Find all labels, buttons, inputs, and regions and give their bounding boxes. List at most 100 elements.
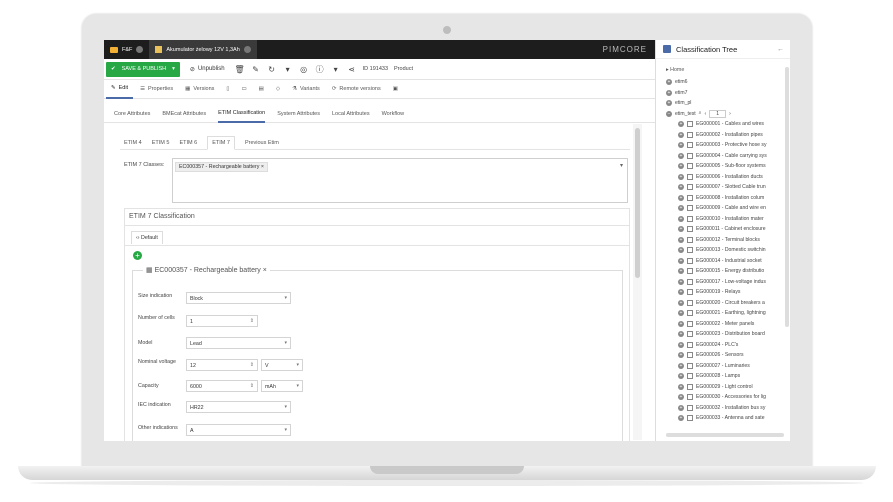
delete-icon[interactable]: 🗑 — [235, 64, 245, 74]
tree-node[interactable]: + EG000024 - PLC's — [666, 340, 786, 351]
tree-node[interactable]: + EG000020 - Circuit breakers a — [666, 298, 786, 309]
expand-icon[interactable]: + — [678, 278, 684, 285]
chevron-down-icon[interactable]: ▾ — [620, 162, 623, 169]
expand-icon[interactable]: + — [678, 352, 684, 359]
expand-icon[interactable]: + — [678, 121, 684, 128]
expand-icon[interactable]: + — [666, 79, 672, 86]
tab-edit[interactable]: ✎ Edit — [106, 80, 134, 99]
tree-node[interactable]: + EG000015 - Energy distributio — [666, 266, 786, 277]
expand-icon[interactable]: + — [678, 362, 684, 369]
tree-node[interactable]: + EG000004 - Cable carrying sys — [666, 151, 786, 162]
chevron-down-icon[interactable]: ▾ — [331, 64, 341, 74]
tab-notes[interactable]: ▤ — [254, 80, 269, 99]
close-icon[interactable] — [243, 46, 251, 53]
expand-icon[interactable]: + — [678, 373, 684, 380]
expand-icon[interactable]: + — [678, 205, 684, 212]
reload-icon[interactable]: ↻ — [267, 64, 277, 74]
expand-icon[interactable]: + — [678, 131, 684, 138]
tab-etim6[interactable]: ETIM 6 — [179, 136, 197, 150]
expand-icon[interactable]: + — [678, 404, 684, 411]
tab-properties[interactable]: ☰ Properties — [135, 80, 178, 99]
expand-icon[interactable]: + — [678, 394, 684, 401]
tree-node[interactable]: + EG000030 - Accessories for lig — [666, 392, 786, 403]
iec-indication-select[interactable]: HR22 ▾ — [186, 401, 291, 413]
stepper-icon[interactable]: ⇕ — [250, 362, 254, 368]
tree-scrollbar[interactable] — [785, 67, 789, 327]
number-of-cells-input[interactable]: 1 ⇕ — [186, 315, 258, 327]
tree-node[interactable]: + EG000023 - Distribution board — [666, 329, 786, 340]
expand-icon[interactable]: + — [678, 289, 684, 296]
tab-bmecat-attributes[interactable]: BMEcat Attributes — [162, 106, 206, 123]
classes-multiselect[interactable]: EC000357 - Rechargeable battery × ▾ — [172, 158, 628, 203]
edit-icon[interactable]: ✎ — [251, 64, 261, 74]
tree-node[interactable]: + EG000017 - Low-voltage indus — [666, 277, 786, 288]
tab-core-attributes[interactable]: Core Attributes — [114, 106, 150, 123]
tab-schedule[interactable]: ▯ — [221, 80, 234, 99]
tree-node[interactable]: + EG000011 - Cabinet enclosure — [666, 224, 786, 235]
tree-root[interactable]: + etim7 — [666, 88, 786, 99]
expand-icon[interactable]: + — [678, 152, 684, 159]
doc-tab-folder[interactable]: F&F — [104, 40, 149, 59]
tab-variants[interactable]: ⚗ Variants — [287, 80, 325, 99]
tab-bookmark[interactable]: ▭ — [236, 80, 251, 99]
class-chip[interactable]: EC000357 - Rechargeable battery × — [175, 162, 268, 172]
tree-node[interactable]: + EG000012 - Terminal blocks — [666, 235, 786, 246]
tree-root[interactable]: + etim_pl — [666, 98, 786, 109]
expand-icon[interactable]: + — [678, 173, 684, 180]
tree-home[interactable]: ▸ Home — [666, 67, 684, 73]
tab-default[interactable]: ‹› Default — [131, 231, 163, 244]
locate-icon[interactable]: ◎ — [299, 64, 309, 74]
collapse-icon[interactable]: − — [666, 110, 672, 117]
tree-node[interactable]: + EG000028 - Lamps — [666, 371, 786, 382]
search-icon[interactable]: ⌕ — [699, 110, 702, 117]
vertical-scrollbar[interactable] — [635, 128, 640, 278]
expand-icon[interactable]: + — [678, 310, 684, 317]
close-icon[interactable] — [136, 46, 144, 53]
stepper-icon[interactable]: ⇕ — [250, 318, 254, 324]
share-icon[interactable]: ⋖ — [347, 64, 357, 74]
expand-icon[interactable]: + — [666, 89, 672, 96]
tree-node[interactable]: + EG000022 - Meter panels — [666, 319, 786, 330]
remove-icon[interactable]: × — [263, 267, 267, 274]
tree-node[interactable]: + EG000006 - Installation ducts — [666, 172, 786, 183]
save-publish-button[interactable]: ✔ SAVE & PUBLISH ▾ — [106, 61, 180, 77]
expand-icon[interactable]: + — [666, 100, 672, 107]
tree-node[interactable]: + EG000013 - Domestic switchin — [666, 245, 786, 256]
tree-node[interactable]: + EG000014 - Industrial socket — [666, 256, 786, 267]
tab-remote-versions[interactable]: ⟳ Remote versions — [327, 80, 386, 99]
tree-node[interactable]: + EG000010 - Installation mater — [666, 214, 786, 225]
expand-icon[interactable]: + — [678, 268, 684, 275]
expand-icon[interactable]: + — [678, 226, 684, 233]
tree-node[interactable]: + EG000019 - Relays — [666, 287, 786, 298]
tree-node[interactable]: + EG000029 - Light control — [666, 382, 786, 393]
tab-etim7[interactable]: ETIM 7 — [207, 136, 235, 150]
tree-node[interactable]: + EG000026 - Sensors — [666, 350, 786, 361]
tab-system-attributes[interactable]: System Attributes — [277, 106, 320, 123]
info-icon[interactable]: ⓘ — [315, 64, 325, 74]
remove-icon[interactable]: × — [261, 164, 264, 170]
collapse-arrow-icon[interactable]: ← — [777, 46, 784, 53]
expand-icon[interactable]: + — [678, 142, 684, 149]
next-page-icon[interactable]: › — [729, 111, 731, 117]
expand-icon[interactable]: + — [678, 236, 684, 243]
expand-icon[interactable]: + — [678, 194, 684, 201]
expand-icon[interactable]: + — [678, 415, 684, 422]
tree-node[interactable]: + EG000033 - Antenna and sate — [666, 413, 786, 424]
doc-tab-product[interactable]: Akumulator żelowy 12V 1,3Ah — [149, 40, 257, 59]
other-indications-select[interactable]: A ▾ — [186, 424, 291, 436]
tree-node[interactable]: + EG000021 - Earthing, lightning — [666, 308, 786, 319]
add-icon[interactable]: + — [133, 251, 142, 260]
tab-tags[interactable]: ◇ — [271, 80, 285, 99]
chevron-down-icon[interactable]: ▾ — [283, 64, 293, 74]
tree-node[interactable]: + EG000007 - Slotted Cable trun — [666, 182, 786, 193]
tab-etim5[interactable]: ETIM 5 — [152, 136, 170, 150]
expand-icon[interactable]: + — [678, 184, 684, 191]
nominal-voltage-input[interactable]: 12 ⇕ — [186, 359, 258, 371]
expand-icon[interactable]: + — [678, 331, 684, 338]
tab-workflow[interactable]: Workflow — [382, 106, 405, 123]
tab-versions[interactable]: ▦ Versions — [180, 80, 219, 99]
expand-icon[interactable]: + — [678, 215, 684, 222]
prev-page-icon[interactable]: ‹ — [705, 111, 707, 117]
page-number[interactable]: 1 — [709, 109, 727, 118]
expand-icon[interactable]: + — [678, 383, 684, 390]
